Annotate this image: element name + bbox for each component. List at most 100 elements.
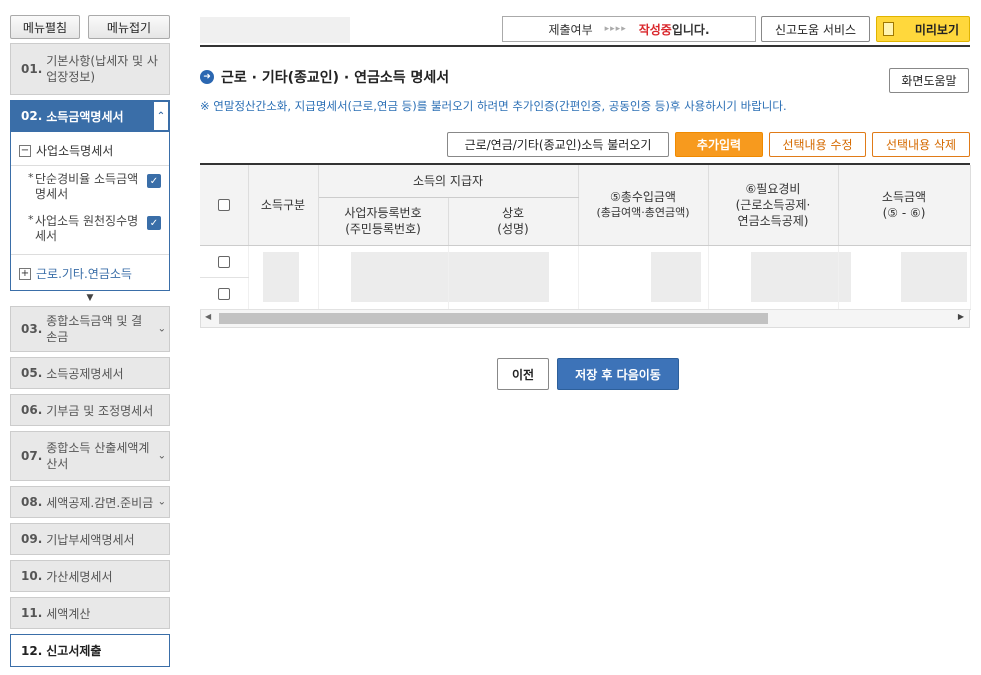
step-02-subpanel: − 사업소득명세서 * 단순경비율 소득금액명세서 ✓ * 사업소득 원천징수명… [10, 132, 170, 291]
sub-item-label: 단순경비율 소득금액명세서 [35, 172, 139, 201]
bullet-icon: * [28, 213, 34, 226]
scrollbar-thumb[interactable] [219, 312, 768, 324]
header-line: (성명) [497, 222, 529, 236]
step-num: 11. [21, 606, 43, 620]
status-suffix: 입니다. [671, 22, 710, 37]
step-label: 소득공제명세서 [46, 366, 124, 381]
select-all-checkbox[interactable] [217, 199, 230, 212]
sub-group-business[interactable]: − 사업소득명세서 [11, 132, 169, 166]
step-num: 07. [21, 449, 43, 463]
masked-cell [708, 245, 851, 310]
step-num: 08. [21, 495, 43, 509]
collapse-all-button[interactable]: 메뉴접기 [88, 15, 170, 39]
select-all-header [200, 165, 249, 246]
row-checkbox[interactable] [217, 255, 230, 268]
header-line: ⑥필요경비 [745, 181, 801, 196]
header-line: (근로소득공제· [735, 197, 811, 212]
step-label: 종합소득금액 및 결손금 [46, 314, 143, 344]
chevron-down-icon[interactable]: ⌄ [158, 324, 166, 335]
help-service-button[interactable]: 신고도움 서비스 [761, 16, 870, 42]
minus-box-icon[interactable]: − [19, 144, 31, 157]
sub-group-labor[interactable]: + 근로.기타.연금소득 [11, 254, 169, 290]
sub-group-label: 사업소득명세서 [36, 144, 114, 158]
step-num: 09. [21, 532, 43, 546]
step-label: 세액계산 [46, 606, 91, 621]
row-checkbox-cell [200, 277, 249, 310]
sub-item-simple-expense[interactable]: * 단순경비율 소득금액명세서 ✓ [11, 166, 169, 208]
col-type-header: 소득구분 [248, 165, 319, 246]
submit-status: 제출여부 ▸▸▸▸ 작성중입니다. [502, 16, 756, 42]
screen-help-button[interactable]: 화면도움말 [889, 68, 969, 93]
add-entry-button[interactable]: 추가입력 [675, 132, 763, 157]
prev-button[interactable]: 이전 [497, 358, 549, 390]
step-num: 06. [21, 403, 43, 417]
step-num: 05. [21, 366, 43, 380]
sub-group-label: 근로.기타.연금소득 [36, 267, 132, 281]
step-02[interactable]: 02. 소득금액명세서 ⌃ [10, 100, 170, 132]
col-total-header: ⑤총수입금액 (총급여액·총연금액) [578, 165, 709, 246]
step-10[interactable]: 10. 가산세명세서 [10, 560, 170, 592]
down-triangle-icon: ▼ [86, 293, 94, 303]
edit-selected-button[interactable]: 선택내용 수정 [769, 132, 866, 157]
bullet-icon: * [28, 171, 34, 184]
plus-box-icon[interactable]: + [19, 267, 31, 280]
step-label: 기본사항(납세자 및 사업장정보) [46, 54, 158, 84]
masked-cell [838, 245, 971, 310]
sub-item-withholding[interactable]: * 사업소득 원천징수명세서 ✓ [11, 208, 169, 250]
arrows-icon: ▸▸▸▸ [604, 24, 627, 34]
step-label: 기부금 및 조정명세서 [46, 403, 154, 418]
income-grid: 소득구분 소득의 지급자 ⑤총수입금액 (총급여액·총연금액) ⑥필요경비 (근로소… [200, 163, 971, 328]
document-icon [883, 22, 894, 36]
step-06[interactable]: 06. 기부금 및 조정명세서 [10, 394, 170, 426]
submit-label: 제출여부 [548, 22, 593, 37]
masked-cell [578, 245, 709, 310]
header-line: 소득금액 [881, 189, 927, 204]
preview-button[interactable]: 미리보기 [876, 16, 970, 42]
step-03[interactable]: 03. 종합소득금액 및 결손금 ⌄ [10, 306, 170, 352]
row-checkbox-cell [200, 245, 249, 278]
masked-cell [248, 245, 319, 310]
step-label: 종합소득 산출세액계산서 [46, 441, 150, 471]
col-expense-header: ⑥필요경비 (근로소득공제· 연금소득공제) [708, 165, 839, 246]
step-label: 신고서제출 [46, 644, 102, 658]
delete-selected-button[interactable]: 선택내용 삭제 [872, 132, 970, 157]
col-name-header: 상호 (성명) [448, 197, 579, 246]
col-bizno-header: 사업자등록번호 (주민등록번호) [318, 197, 449, 246]
step-09[interactable]: 09. 기납부세액명세서 [10, 523, 170, 555]
step-01[interactable]: 01. 기본사항(납세자 및 사업장정보) [10, 43, 170, 95]
step-07[interactable]: 07. 종합소득 산출세액계산서 ⌄ [10, 431, 170, 481]
step-11[interactable]: 11. 세액계산 [10, 597, 170, 629]
step-label: 가산세명세서 [46, 569, 113, 584]
step-num: 01. [21, 62, 43, 76]
expand-all-button[interactable]: 메뉴펼침 [10, 15, 80, 39]
header-line: (⑤ - ⑥) [882, 205, 926, 220]
chevron-down-icon[interactable]: ⌄ [158, 497, 166, 508]
chevron-down-icon[interactable]: ⌄ [158, 451, 166, 462]
step-08[interactable]: 08. 세액공제.감면.준비금 ⌄ [10, 486, 170, 518]
step-num: 10. [21, 569, 43, 583]
header-line: 연금소득공제) [737, 213, 809, 228]
header-line: (총급여액·총연금액) [596, 205, 690, 219]
horizontal-scrollbar[interactable]: ◀ ▶ [200, 309, 970, 328]
menu-buttons: 메뉴펼침 메뉴접기 [10, 15, 170, 39]
row-checkbox[interactable] [217, 287, 230, 300]
check-icon: ✓ [147, 174, 161, 188]
save-next-button[interactable]: 저장 후 다음이동 [557, 358, 679, 390]
chevron-up-icon[interactable]: ⌃ [154, 102, 168, 130]
header-line: (주민등록번호) [345, 222, 421, 236]
blank-tab [200, 17, 350, 43]
sidebar: 메뉴펼침 메뉴접기 01. 기본사항(납세자 및 사업장정보) 02. 소득금액… [10, 15, 170, 672]
load-income-button[interactable]: 근로/연금/기타(종교인)소득 불러오기 [447, 132, 669, 157]
col-income-header: 소득금액 (⑤ - ⑥) [838, 165, 971, 246]
step-num: 12. [21, 643, 43, 658]
step-05[interactable]: 05. 소득공제명세서 [10, 357, 170, 389]
step-12[interactable]: 12. 신고서제출 [10, 634, 170, 667]
step-label: 세액공제.감면.준비금 [46, 495, 154, 510]
header-line: ⑤총수입금액 [610, 189, 676, 204]
page-title: 근로 · 기타(종교인) · 연금소득 명세서 [221, 70, 450, 86]
scroll-left-icon[interactable]: ◀ [205, 312, 211, 321]
table-row[interactable] [200, 245, 971, 310]
masked-cell [318, 245, 449, 310]
income-table: 소득구분 소득의 지급자 ⑤총수입금액 (총급여액·총연금액) ⑥필요경비 (근로소… [200, 165, 971, 310]
scroll-right-icon[interactable]: ▶ [958, 312, 964, 321]
